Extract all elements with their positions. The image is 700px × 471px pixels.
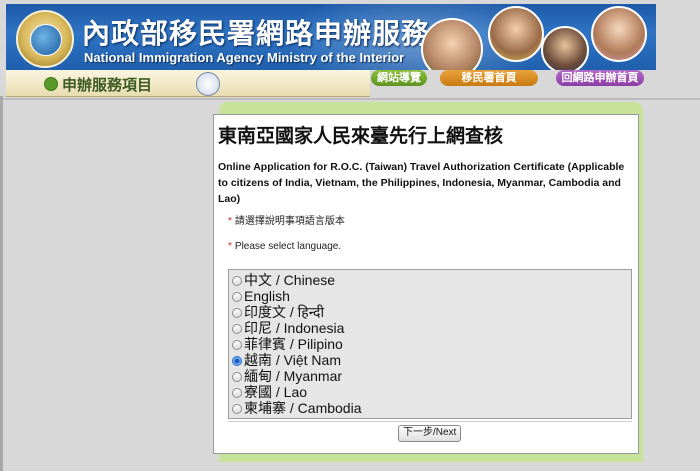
language-note-en: * Please select language. bbox=[228, 241, 341, 252]
next-button[interactable]: 下一步/Next bbox=[398, 425, 462, 442]
language-option-label: English bbox=[244, 288, 290, 304]
section-label: 申辦服務項目 bbox=[62, 76, 153, 94]
people-photo-icon bbox=[591, 6, 647, 62]
people-photo-icon bbox=[541, 26, 589, 70]
language-option-lao[interactable]: 寮國 / Lao bbox=[232, 384, 307, 400]
agency-emblem-icon bbox=[16, 10, 74, 68]
radio-button-selected[interactable] bbox=[232, 356, 242, 366]
radio-button[interactable] bbox=[232, 404, 242, 414]
language-note-zh: * 請選擇說明事項語言版本 bbox=[228, 212, 345, 227]
people-photo-icon bbox=[488, 6, 544, 62]
radio-button[interactable] bbox=[232, 292, 242, 302]
language-option-indonesia[interactable]: 印尼 / Indonesia bbox=[232, 320, 344, 336]
application-panel: 東南亞國家人民來臺先行上網查核 Online Application for R… bbox=[213, 114, 639, 454]
language-option-label: 印度文 / हिन्दी bbox=[244, 304, 325, 320]
left-border bbox=[0, 96, 3, 471]
language-note-en-text: Please select language. bbox=[234, 241, 342, 252]
header-banner: 內政部移民署網路申辦服務 National Immigration Agency… bbox=[6, 4, 656, 70]
required-mark: * bbox=[228, 216, 232, 227]
language-option-label: 中文 / Chinese bbox=[244, 272, 336, 288]
language-option-vietnam[interactable]: 越南 / Việt Nam bbox=[232, 352, 341, 368]
leaf-icon bbox=[44, 77, 58, 91]
radio-button[interactable] bbox=[232, 388, 242, 398]
sitemap-link[interactable]: 網站導覽 bbox=[371, 70, 427, 86]
agency-title-zh: 內政部移民署網路申辦服務 bbox=[82, 17, 431, 50]
section-bar: 申辦服務項目 bbox=[6, 70, 370, 97]
radio-button[interactable] bbox=[232, 308, 242, 318]
language-options: 中文 / Chinese English 印度文 / हिन्दी 印尼 / I… bbox=[228, 269, 632, 419]
language-option-hindi[interactable]: 印度文 / हिन्दी bbox=[232, 304, 324, 320]
required-mark: * bbox=[228, 241, 232, 252]
language-option-label: 越南 / Việt Nam bbox=[244, 352, 341, 368]
language-option-myanmar[interactable]: 緬甸 / Myanmar bbox=[232, 368, 342, 384]
page-title: 東南亞國家人民來臺先行上網查核 bbox=[218, 125, 504, 147]
divider bbox=[0, 98, 700, 100]
radio-button[interactable] bbox=[232, 372, 242, 382]
agency-title-en: National Immigration Agency Ministry of … bbox=[84, 50, 405, 65]
radio-button[interactable] bbox=[232, 276, 242, 286]
language-option-label: 柬埔寨 / Cambodia bbox=[244, 400, 362, 416]
compass-icon bbox=[196, 72, 220, 96]
language-option-label: 寮國 / Lao bbox=[244, 384, 308, 400]
online-service-home-link[interactable]: 回網路申辦首頁 bbox=[556, 70, 644, 86]
language-option-label: 印尼 / Indonesia bbox=[244, 320, 345, 336]
language-option-label: 菲律賓 / Pilipino bbox=[244, 336, 343, 352]
language-option-english[interactable]: English bbox=[232, 288, 290, 304]
radio-button[interactable] bbox=[232, 324, 242, 334]
agency-home-link[interactable]: 移民署首頁 bbox=[440, 70, 538, 86]
radio-button[interactable] bbox=[232, 340, 242, 350]
language-option-label: 緬甸 / Myanmar bbox=[244, 368, 343, 384]
language-option-cambodia[interactable]: 柬埔寨 / Cambodia bbox=[232, 400, 361, 416]
language-note-zh-text: 請選擇說明事項語言版本 bbox=[234, 216, 345, 227]
language-option-pilipino[interactable]: 菲律賓 / Pilipino bbox=[232, 336, 343, 352]
button-row: 下一步/Next bbox=[228, 421, 632, 442]
language-option-chinese[interactable]: 中文 / Chinese bbox=[232, 272, 335, 288]
page-subtitle: Online Application for R.O.C. (Taiwan) T… bbox=[218, 161, 625, 205]
